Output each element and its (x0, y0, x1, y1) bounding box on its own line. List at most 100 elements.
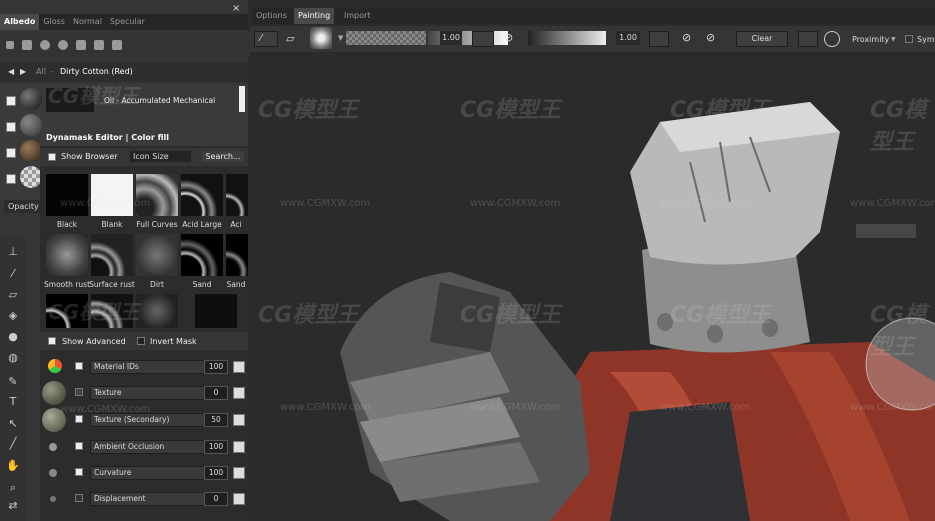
mask-thumbnail-smooth-rust[interactable] (46, 234, 88, 276)
tab-gloss[interactable]: Gloss (39, 14, 69, 30)
mask-thumbnail-acid[interactable] (226, 174, 248, 216)
size-value[interactable]: 1.00 (440, 31, 462, 45)
param-name[interactable]: Displacement (90, 492, 205, 506)
clear-button[interactable]: Clear (736, 31, 788, 47)
param-name[interactable]: Texture (90, 386, 205, 400)
smart-material-icon[interactable] (58, 40, 68, 50)
zoom-icon[interactable]: ⌕ (6, 482, 20, 494)
chevron-down-icon[interactable]: ▼ (338, 34, 343, 42)
edit-icon[interactable] (233, 387, 245, 399)
material-sphere-icon[interactable] (40, 40, 50, 50)
flow-value[interactable]: 1.00 (616, 31, 640, 45)
select-icon[interactable]: ↖ (6, 418, 20, 430)
symmetry-checkbox[interactable] (905, 35, 913, 43)
watermark-logo: CG模型王 (870, 98, 927, 155)
show-advanced-checkbox[interactable] (48, 337, 56, 345)
stroke-curve-icon[interactable] (798, 31, 818, 47)
mask-thumbnail-dirt[interactable] (136, 234, 178, 276)
pressure-toggle[interactable] (472, 31, 494, 47)
flow-slider[interactable] (528, 31, 606, 45)
param-value[interactable]: 100 (204, 360, 228, 374)
param-value[interactable]: 100 (204, 466, 228, 480)
edit-icon[interactable] (233, 467, 245, 479)
list-scrollbar[interactable] (239, 86, 245, 112)
breadcrumb-category[interactable]: Dirty Cotton (Red) (60, 62, 133, 82)
eraser-icon[interactable]: ▱ (6, 289, 20, 301)
smudge-icon[interactable]: ◍ (6, 352, 20, 364)
fill-icon[interactable]: ◈ (6, 310, 20, 322)
material-picker-icon[interactable]: ⊘ (682, 31, 691, 44)
param-checkbox[interactable] (75, 442, 83, 450)
param-name[interactable]: Ambient Occlusion (90, 440, 205, 454)
mask-thumbnail-black[interactable] (46, 174, 88, 216)
tab-painting[interactable]: Painting (294, 8, 335, 24)
icon-size-field[interactable]: Icon Size (130, 151, 191, 162)
pen-icon[interactable]: ✎ (6, 376, 20, 388)
list-item-checkbox[interactable] (6, 96, 16, 106)
param-name[interactable]: Curvature (90, 466, 205, 480)
3d-viewport[interactable]: CG模型王 CG模型王 CG模型王 CG模型王 www.CGMXW.com ww… (250, 52, 935, 521)
list-item-checkbox[interactable] (6, 122, 16, 132)
tab-import[interactable]: Import (340, 8, 375, 24)
import-icon[interactable] (6, 41, 14, 49)
param-checkbox[interactable] (75, 494, 83, 502)
param-value[interactable]: 0 (204, 492, 228, 506)
edit-icon[interactable] (233, 361, 245, 373)
eyedropper-icon[interactable]: ⊘ (706, 31, 715, 44)
brush-tool-button[interactable]: ⁄ (254, 31, 278, 47)
stamp-icon[interactable]: ⊥ (6, 246, 20, 258)
param-checkbox[interactable] (75, 388, 83, 396)
close-icon[interactable]: × (232, 3, 240, 14)
edit-icon[interactable] (233, 441, 245, 453)
hand-icon[interactable]: ✋ (6, 460, 20, 472)
drop-icon[interactable]: ● (6, 331, 20, 343)
invert-mask-checkbox[interactable] (137, 337, 145, 345)
chevron-down-icon[interactable]: ▼ (891, 36, 896, 43)
proximity-icon[interactable] (824, 31, 840, 47)
tab-options[interactable]: Options (252, 8, 291, 24)
proximity-label[interactable]: Proximity (852, 35, 889, 44)
color-picker-icon[interactable]: ⊘ (504, 31, 513, 44)
size-slider[interactable] (346, 31, 426, 45)
line-icon[interactable]: ╱ (6, 438, 20, 450)
mask-thumbnail-sand[interactable] (181, 234, 223, 276)
mask-thumbnail-surface-rust[interactable] (91, 234, 133, 276)
brush-preset-icon[interactable] (76, 40, 86, 50)
color-swap-icon[interactable]: ⇄ (6, 500, 20, 512)
mask-thumbnail-full-curves[interactable] (136, 174, 178, 216)
show-browser-checkbox[interactable] (48, 153, 56, 161)
brush-icon[interactable]: ⁄ (6, 268, 20, 280)
mask-thumbnail[interactable] (195, 294, 237, 328)
search-button[interactable]: Search... (202, 151, 244, 162)
param-name[interactable]: Texture (Secondary) (90, 413, 205, 427)
new-folder-icon[interactable] (22, 40, 32, 50)
param-name[interactable]: Material IDs (90, 360, 205, 374)
edit-icon[interactable] (233, 493, 245, 505)
mask-thumbnail-sand-2[interactable] (226, 234, 248, 276)
edit-icon[interactable] (233, 414, 245, 426)
param-value[interactable]: 50 (204, 413, 228, 427)
nav-prev-icon[interactable]: ◀ (8, 62, 14, 82)
flow-pressure-toggle[interactable] (649, 31, 669, 47)
tab-specular[interactable]: Specular (106, 14, 149, 30)
text-icon[interactable]: T (6, 396, 20, 408)
list-item-checkbox[interactable] (6, 174, 16, 184)
mask-thumbnail-acid-large[interactable] (181, 174, 223, 216)
nav-next-icon[interactable]: ▶ (20, 62, 26, 82)
param-value[interactable]: 0 (204, 386, 228, 400)
breadcrumb-all[interactable]: All (36, 62, 46, 82)
param-checkbox[interactable] (75, 415, 83, 423)
library-settings-icon[interactable] (112, 40, 122, 50)
param-value[interactable]: 100 (204, 440, 228, 454)
mask-thumbnail-blank[interactable] (91, 174, 133, 216)
tab-normal[interactable]: Normal (69, 14, 106, 30)
symmetry-label[interactable]: Sym (917, 35, 935, 44)
param-checkbox[interactable] (75, 362, 83, 370)
duplicate-icon[interactable] (94, 40, 104, 50)
tab-albedo[interactable]: Albedo (0, 14, 40, 30)
brush-alpha-preview[interactable] (310, 27, 332, 49)
mask-thumbnail[interactable] (136, 294, 178, 328)
param-checkbox[interactable] (75, 468, 83, 476)
eraser-icon[interactable]: ▱ (286, 32, 294, 45)
list-item-checkbox[interactable] (6, 148, 16, 158)
